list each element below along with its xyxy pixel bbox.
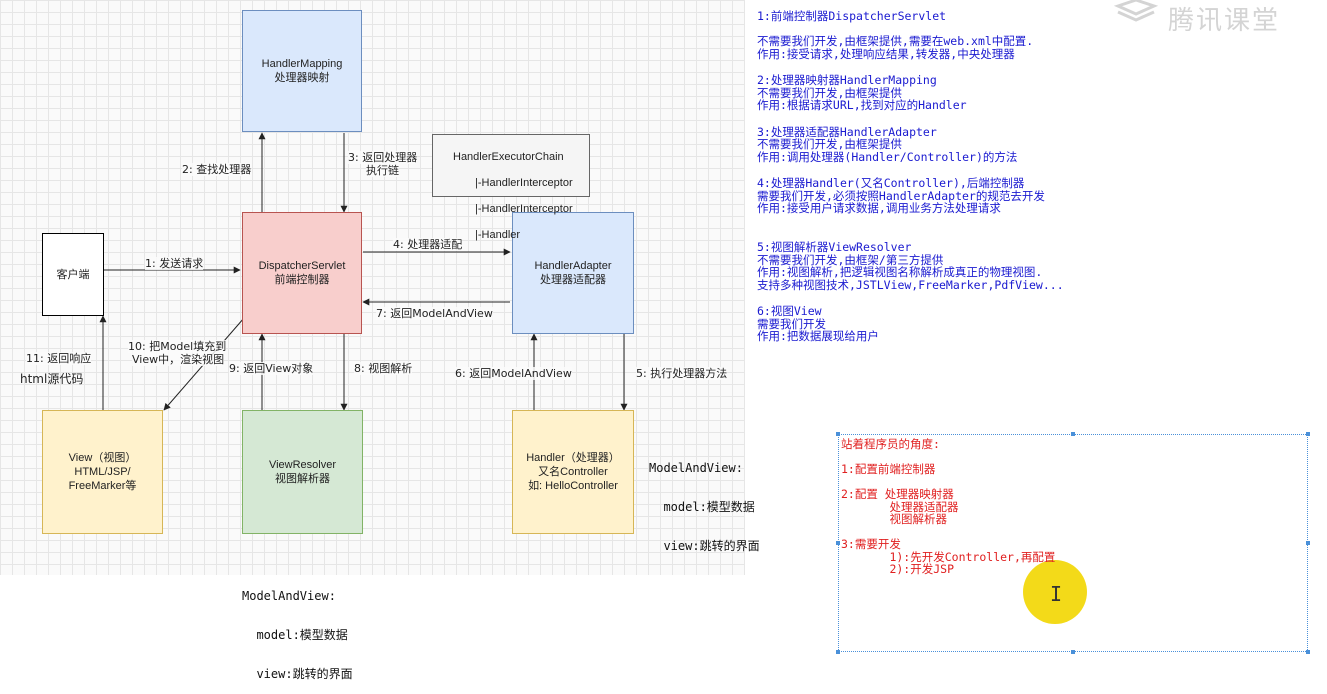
label-step10: 10: 把Model填充到 [128, 340, 227, 353]
mav-line: ModelAndView: [242, 589, 336, 603]
chain-item: |-HandlerInterceptor [475, 177, 573, 189]
resize-handle[interactable] [1071, 650, 1075, 654]
mav-line: view:跳转的界面 [649, 539, 760, 553]
chain-title: HandlerExecutorChain [453, 151, 564, 163]
resize-handle[interactable] [836, 650, 840, 654]
tencent-classroom-logo-icon [1114, 0, 1158, 22]
note-line: 作用:接受请求,处理响应结果,转发器,中央处理器 [757, 46, 1015, 61]
view-box: View（视图） HTML/JSP/ FreeMarker等 [42, 410, 163, 534]
label-step3: 3: 返回处理器 [348, 151, 418, 164]
resize-handle[interactable] [836, 432, 840, 436]
note-handler-adapter: 3:处理器适配器HandlerAdapter 不需要我们开发,由框架提供 作用:… [757, 125, 1177, 164]
mav-line: ModelAndView: [649, 461, 743, 475]
label-step9: 9: 返回View对象 [229, 362, 314, 375]
note-line: 不需要我们开发,由框架提供 [757, 137, 902, 151]
handler-box: Handler（处理器） 又名Controller 如: HelloContro… [512, 410, 634, 534]
mav-line: model:模型数据 [242, 628, 348, 642]
note-line: 2:处理器映射器HandlerMapping [757, 73, 937, 87]
dev-note-line: 1:配置前端控制器 [841, 462, 936, 476]
label-step5: 5: 执行处理器方法 [636, 367, 728, 380]
note-view-resolver: ​ 5:视图解析器ViewResolver 不需要我们开发,由框架/第三方提供 … [757, 229, 1177, 292]
client-box: 客户端 [42, 233, 104, 316]
label-step6: 6: 返回ModelAndView [455, 367, 572, 380]
label-step1: 1: 发送请求 [145, 257, 204, 270]
view-resolver-box: ViewResolver 视图解析器 [242, 410, 363, 534]
mav-line: model:模型数据 [649, 500, 755, 514]
resize-handle[interactable] [1071, 432, 1075, 436]
label-step11: 11: 返回响应 [26, 352, 92, 365]
mav-line: view:跳转的界面 [242, 667, 353, 681]
label-step10-sub: View中，渲染视图 [132, 353, 225, 366]
dispatcher-servlet-box: DispatcherServlet 前端控制器 [242, 212, 362, 334]
dev-note-line: 2):开发JSP [841, 562, 955, 576]
label-step2: 2: 查找处理器 [182, 163, 252, 176]
mav-note-right: ModelAndView: model:模型数据 view:跳转的界面 [649, 436, 760, 566]
note-handler: 4:处理器Handler(又名Controller),后端控制器 需要我们开发,… [757, 177, 1177, 215]
note-line: 5:视图解析器ViewResolver [757, 240, 912, 254]
chain-item: |-HandlerInterceptor [475, 203, 573, 215]
label-html-source: html源代码 [20, 372, 84, 386]
watermark: 腾讯课堂 [1168, 6, 1281, 36]
note-line: 不需要我们开发,由框架提供,需要在web.xml中配置. [757, 34, 1034, 48]
label-step4: 4: 处理器适配 [393, 238, 463, 251]
note-view: 6:视图View 需要我们开发 作用:把数据展现给用户 [757, 305, 1177, 343]
note-line: 作用:把数据展现给用户 [757, 329, 879, 343]
resize-handle[interactable] [1306, 432, 1310, 436]
handler-mapping-box: HandlerMapping 处理器映射 [242, 10, 362, 132]
note-line: 4:处理器Handler(又名Controller),后端控制器 [757, 176, 1025, 190]
dev-note-line: 站着程序员的角度: [841, 437, 940, 451]
text-cursor-icon: I [1050, 582, 1063, 606]
note-line: 作用:根据请求URL,找到对应的Handler [757, 98, 967, 112]
dev-note-line: 视图解析器 [841, 512, 947, 526]
dev-note-line: 2:配置 处理器映射器 [841, 487, 954, 501]
note-line: 作用:接受用户请求数据,调用业务方法处理请求 [757, 201, 1001, 215]
mav-note-bottom: ModelAndView: model:模型数据 view:跳转的界面 [242, 564, 353, 694]
note-line: 6:视图View [757, 304, 822, 318]
label-step3-sub: 执行链 [366, 164, 399, 177]
note-line: 作用:视图解析,把逻辑视图名称解析成真正的物理视图. [757, 265, 1043, 279]
note-handler-mapping: 2:处理器映射器HandlerMapping 不需要我们开发,由框架提供 作用:… [757, 74, 1177, 112]
note-line: 作用:调用处理器(Handler/Controller)的方法 [757, 149, 1018, 164]
resize-handle[interactable] [836, 541, 840, 545]
label-step7: 7: 返回ModelAndView [376, 307, 493, 320]
dev-note-line: 3:需要开发 [841, 537, 901, 551]
developer-notes-text[interactable]: 站着程序员的角度: ​ 1:配置前端控制器 ​ 2:配置 处理器映射器 处理器适… [841, 438, 1055, 576]
handler-execution-chain-box: HandlerExecutorChain |-HandlerIntercepto… [432, 134, 590, 241]
note-line: 支持多种视图技术,JSTLView,FreeMarker,PdfView... [757, 277, 1064, 292]
component-notes: 1:前端控制器DispatcherServlet ​ 不需要我们开发,由框架提供… [757, 10, 1177, 357]
label-step8: 8: 视图解析 [354, 362, 413, 375]
resize-handle[interactable] [1306, 541, 1310, 545]
resize-handle[interactable] [1306, 650, 1310, 654]
